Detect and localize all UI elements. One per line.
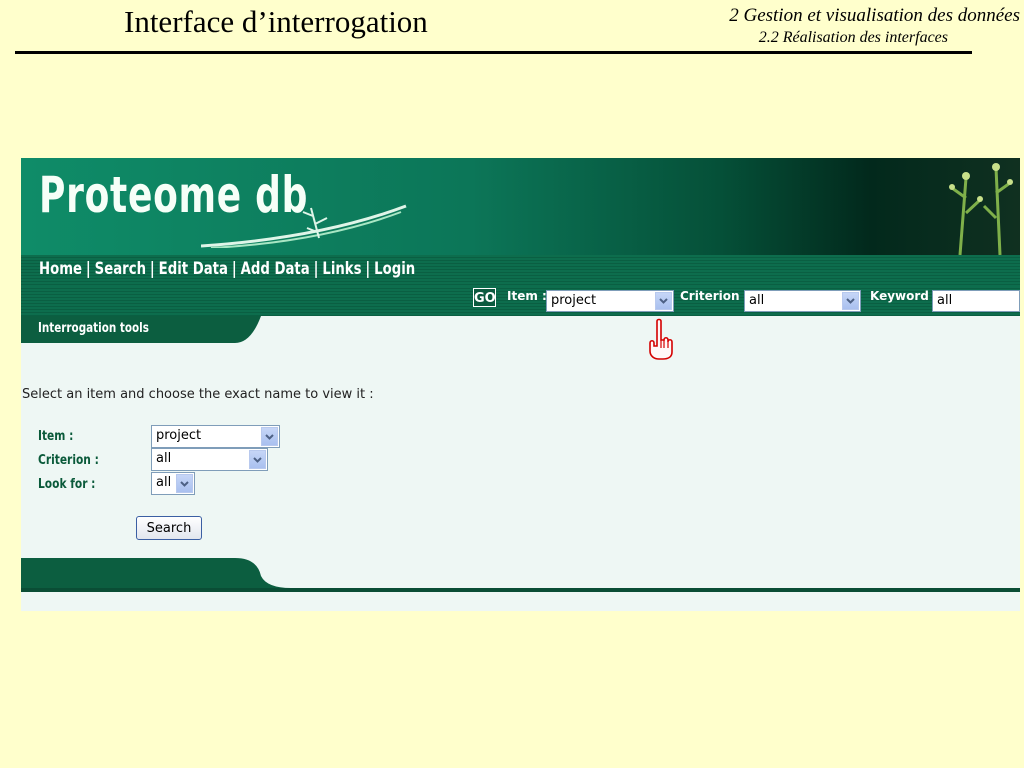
- go-button[interactable]: GO: [473, 288, 496, 307]
- tools-header-curve: [235, 316, 1020, 343]
- instructions-text: Select an item and choose the exact name…: [22, 387, 374, 402]
- quick-item-value: project: [551, 293, 597, 308]
- nav-separator: |: [149, 259, 155, 279]
- slide-section: 2 Gestion et visualisation des données 2…: [729, 4, 1020, 48]
- chevron-down-icon[interactable]: [249, 450, 266, 469]
- chevron-down-icon[interactable]: [176, 474, 193, 493]
- logo-swoosh-icon: [201, 204, 407, 248]
- hand-pointer-icon: [649, 318, 673, 360]
- nav-links-item[interactable]: Links: [322, 259, 361, 279]
- item-select[interactable]: project: [151, 425, 280, 448]
- chevron-down-icon[interactable]: [655, 292, 672, 310]
- quick-criterion-label: Criterion :: [680, 289, 749, 303]
- footer-band: [21, 558, 1020, 592]
- criterion-select-value: all: [156, 451, 172, 466]
- plant-decoration-icon: [949, 163, 1013, 255]
- nav-separator: |: [231, 259, 237, 279]
- app-screenshot: Proteome db Home | Search | Edit Data | …: [21, 158, 1020, 611]
- item-select-value: project: [156, 428, 202, 443]
- quick-keyword-label: Keyword :: [870, 289, 938, 303]
- tools-title: Interrogation tools: [38, 321, 149, 336]
- banner: Proteome db: [21, 158, 1020, 255]
- lookfor-label: Look for :: [38, 477, 96, 492]
- section-title: 2 Gestion et visualisation des données: [729, 5, 1020, 26]
- quick-item-select[interactable]: project: [546, 290, 674, 312]
- nav-login[interactable]: Login: [374, 259, 415, 279]
- chevron-down-icon[interactable]: [261, 427, 278, 446]
- lookfor-select-value: all: [156, 475, 172, 490]
- search-button[interactable]: Search: [136, 516, 202, 540]
- quick-item-label: Item :: [507, 289, 547, 303]
- subsection-title: 2.2 Réalisation des interfaces: [758, 29, 948, 46]
- main-nav: Home | Search | Edit Data | Add Data | L…: [21, 255, 1020, 286]
- quick-search-bar: GO Item : project Criterion : all Keywor…: [21, 286, 1020, 316]
- nav-separator: |: [85, 259, 91, 279]
- nav-separator: |: [313, 259, 319, 279]
- chevron-down-icon[interactable]: [842, 292, 859, 310]
- quick-criterion-value: all: [749, 293, 765, 308]
- tools-header: Interrogation tools: [21, 316, 1020, 343]
- slide-title: Interface d’interrogation: [124, 4, 428, 39]
- nav-separator: |: [365, 259, 371, 279]
- quick-keyword-input[interactable]: all: [932, 290, 1020, 312]
- header-rule: [15, 51, 972, 54]
- nav-home[interactable]: Home: [39, 259, 82, 279]
- nav-search[interactable]: Search: [95, 259, 146, 279]
- nav-links: Home | Search | Edit Data | Add Data | L…: [39, 257, 415, 281]
- nav-edit-data[interactable]: Edit Data: [159, 259, 228, 279]
- criterion-select[interactable]: all: [151, 448, 268, 471]
- criterion-label: Criterion :: [38, 453, 99, 468]
- quick-criterion-select[interactable]: all: [744, 290, 861, 312]
- nav-add-data[interactable]: Add Data: [241, 259, 310, 279]
- item-label: Item :: [38, 429, 74, 444]
- lookfor-select[interactable]: all: [151, 472, 195, 495]
